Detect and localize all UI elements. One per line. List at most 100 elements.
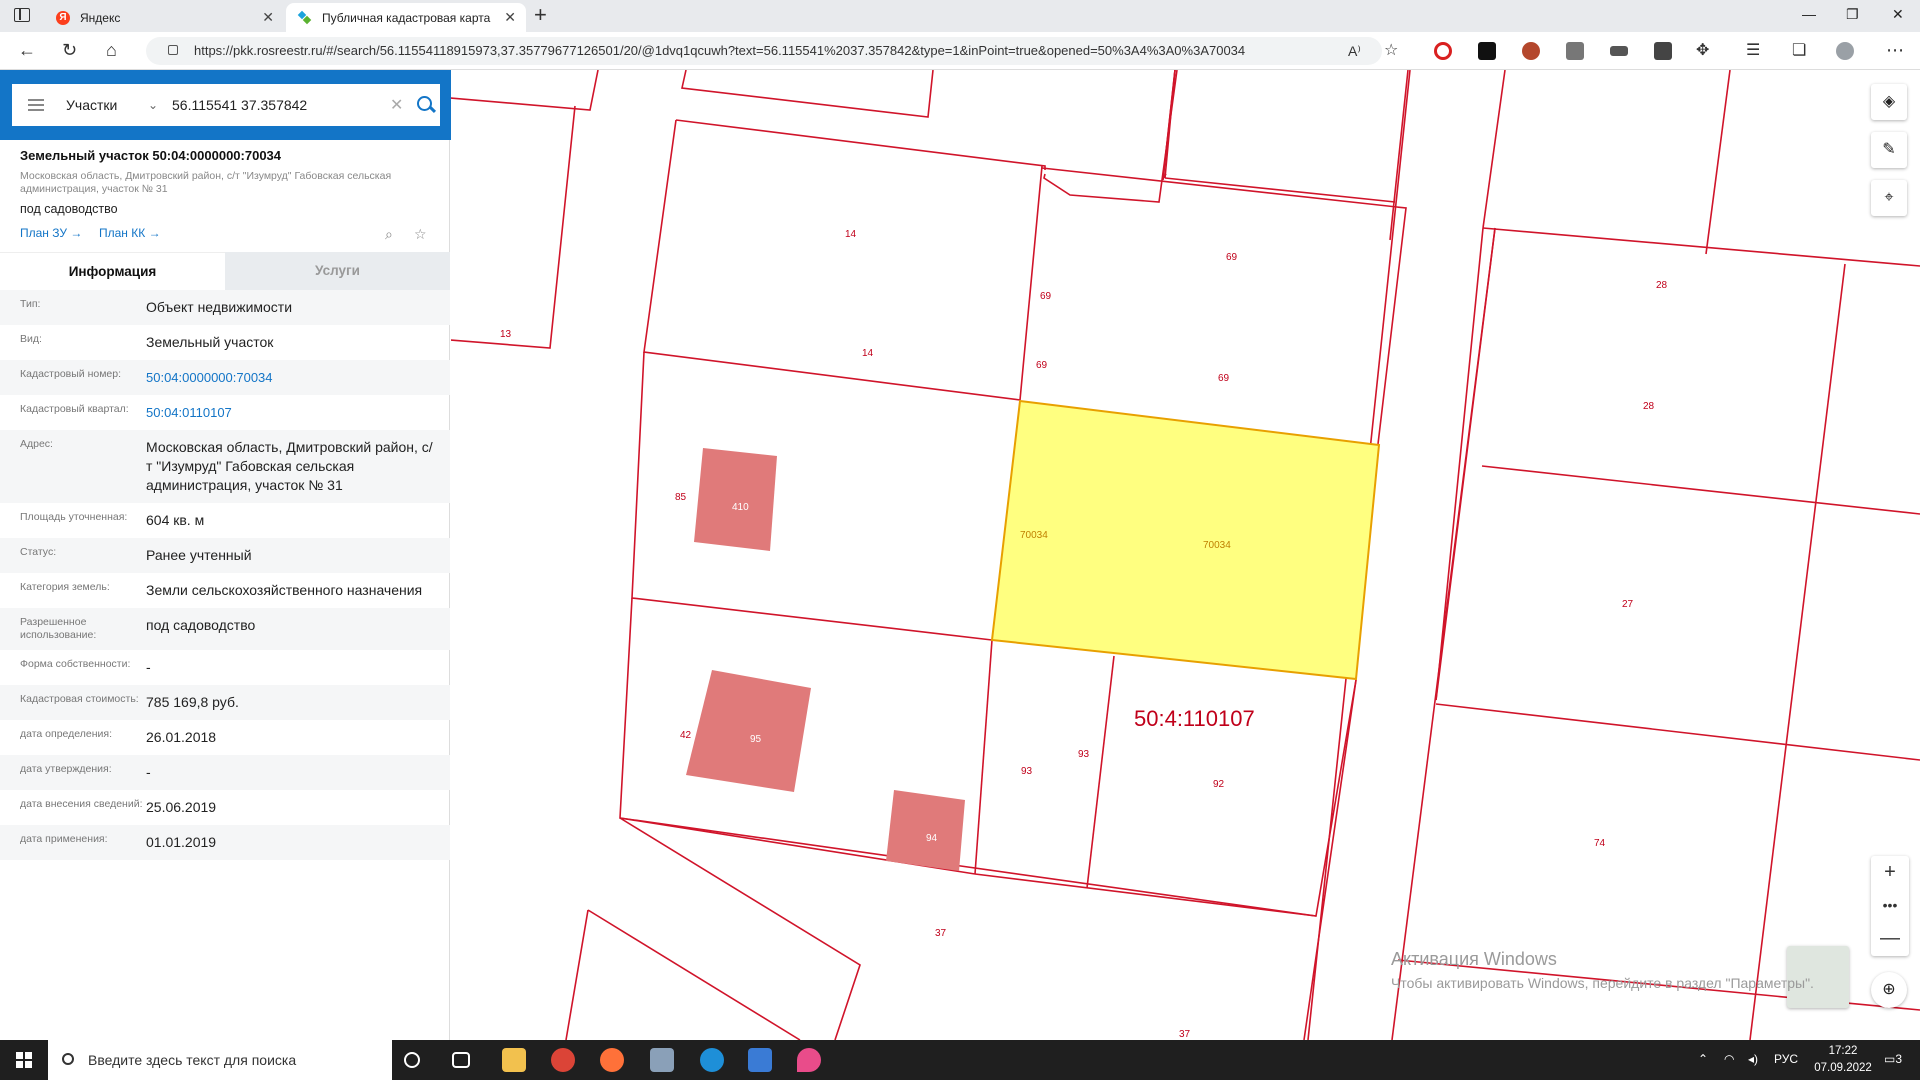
search-icon[interactable] (417, 96, 435, 114)
clear-icon[interactable]: ✕ (390, 95, 403, 115)
start-icon[interactable] (16, 1052, 32, 1068)
app-window-icon[interactable] (650, 1048, 674, 1072)
favorite-add-icon[interactable]: ☆ (1384, 40, 1398, 60)
plan-kk-link[interactable]: План КК → (99, 226, 161, 240)
tab-actions-icon[interactable] (14, 8, 30, 22)
refresh-icon[interactable]: ↻ (62, 40, 77, 61)
url-field[interactable]: https://pkk.rosreestr.ru/#/search/56.115… (146, 37, 1382, 65)
paint-icon[interactable] (797, 1048, 821, 1072)
cortana-icon[interactable] (404, 1052, 420, 1068)
windows-activation-watermark: Активация Windows Чтобы активировать Win… (1391, 947, 1814, 995)
extension-e-icon[interactable] (1566, 42, 1584, 60)
parcel-boundary (1041, 167, 1407, 445)
restore-icon[interactable]: ❐ (1846, 6, 1859, 23)
parcel-label: 85 (675, 492, 687, 503)
collections-icon[interactable]: ❏ (1792, 40, 1806, 60)
tab-information[interactable]: Информация (0, 252, 225, 290)
row-value: Объект недвижимости (146, 299, 293, 315)
info-row: Кадастровый номер: 50:04:0000000:70034 (0, 360, 450, 395)
row-label: дата внесения сведений: (20, 798, 143, 810)
extension-k-icon[interactable] (1478, 42, 1496, 60)
extension-red-icon[interactable] (1434, 42, 1452, 60)
profile-avatar-icon[interactable] (1836, 42, 1854, 60)
compass-icon[interactable]: ⊕ (1871, 972, 1907, 1008)
layers-icon[interactable]: ◈ (1871, 84, 1907, 120)
file-explorer-icon[interactable] (502, 1048, 526, 1072)
more-controls-icon[interactable]: ••• (1871, 889, 1909, 922)
watermark-title: Активация Windows (1391, 949, 1557, 969)
parcel-boundary (1391, 227, 1496, 1040)
close-tab-icon[interactable]: ✕ (262, 9, 274, 26)
close-window-icon[interactable]: ✕ (1892, 6, 1904, 23)
zoom-to-object-icon[interactable]: ⌕ (385, 226, 393, 243)
home-icon[interactable]: ⌂ (106, 40, 117, 61)
extension-y-icon[interactable] (1654, 42, 1672, 60)
lock-icon[interactable] (168, 45, 178, 55)
firefox-icon[interactable] (600, 1048, 624, 1072)
building-label: 94 (926, 833, 938, 844)
map-canvas[interactable]: 14 14 69 69 69 69 13 85 410 70034 70034 … (451, 70, 1920, 1040)
info-row: Площадь уточненная: 604 кв. м (0, 503, 450, 538)
clock[interactable]: 17:22 07.09.2022 (1808, 1043, 1878, 1077)
calculator-icon[interactable] (748, 1048, 772, 1072)
row-label: Площадь уточненная: (20, 511, 128, 523)
row-value: Московская область, Дмитровский район, с… (146, 439, 433, 493)
parcel-boundary (451, 105, 576, 349)
parcel-label: 42 (680, 730, 692, 741)
more-menu-icon[interactable]: ⋯ (1886, 40, 1904, 61)
search-type-select[interactable]: Участки (66, 97, 146, 113)
notifications-count: 3 (1895, 1052, 1903, 1066)
parcel-boundary (675, 119, 1046, 170)
zoom-in-icon[interactable]: + (1871, 856, 1909, 889)
language-indicator[interactable]: РУС (1774, 1052, 1798, 1066)
tab-services[interactable]: Услуги (225, 252, 450, 290)
back-icon[interactable]: ← (18, 40, 36, 61)
notifications-icon[interactable]: ▭3 (1884, 1052, 1902, 1066)
edge-icon[interactable] (700, 1048, 724, 1072)
extension-cloud-icon[interactable] (1610, 46, 1628, 56)
extension-avatar-icon[interactable] (1522, 42, 1540, 60)
tab-yandex[interactable]: Я Яндекс ✕ (44, 3, 284, 32)
row-label: дата утверждения: (20, 763, 112, 775)
cadastral-number-link[interactable]: 50:04:0000000:70034 (146, 368, 436, 387)
zoom-out-icon[interactable]: — (1871, 922, 1909, 955)
favorites-icon[interactable]: ☰ (1746, 40, 1760, 60)
info-row: Разрешенное использование: под садоводств… (0, 608, 450, 650)
plan-zu-link[interactable]: План ЗУ → (20, 226, 82, 240)
volume-icon[interactable]: ◂) (1748, 1052, 1758, 1066)
cadastral-quarter-link[interactable]: 50:04:0110107 (146, 403, 436, 422)
tray-chevron-icon[interactable]: ⌃ (1698, 1052, 1708, 1066)
parcel-boundary (1086, 655, 1115, 889)
new-tab-icon[interactable]: + (534, 2, 547, 28)
row-label: Кадастровый квартал: (20, 403, 129, 415)
read-aloud-icon[interactable]: A⁾ (1348, 43, 1361, 60)
search-icon (62, 1053, 74, 1065)
minimize-icon[interactable]: — (1802, 6, 1816, 22)
row-value: под садоводство (146, 617, 256, 633)
task-view-icon[interactable] (452, 1052, 470, 1068)
parcel-label: 14 (845, 229, 857, 240)
info-row: дата определения: 26.01.2018 (0, 720, 450, 755)
extensions-puzzle-icon[interactable]: ✥ (1696, 40, 1709, 60)
star-icon[interactable]: ☆ (414, 226, 427, 243)
object-use: под садоводство (20, 202, 118, 216)
search-input[interactable] (172, 97, 372, 113)
menu-icon[interactable] (28, 99, 44, 111)
parcel-label: 69 (1218, 373, 1230, 384)
ruler-icon[interactable]: ✎ (1871, 132, 1907, 168)
row-label: Кадастровый номер: (20, 368, 122, 380)
parcel-boundary (619, 817, 861, 1040)
parcel-label: 14 (862, 348, 874, 359)
clock-date: 07.09.2022 (1814, 1062, 1872, 1074)
info-row: Адрес: Московская область, Дмитровский ра… (0, 430, 450, 503)
wifi-icon[interactable]: ◠ (1724, 1052, 1734, 1066)
locate-icon[interactable]: ⌖ (1871, 180, 1907, 216)
row-label: Форма собственности: (20, 658, 131, 670)
tab-pkk[interactable]: Публичная кадастровая карта ✕ (286, 3, 526, 32)
close-tab-icon[interactable]: ✕ (504, 9, 516, 26)
taskbar-search[interactable]: Введите здесь текст для поиска (48, 1040, 392, 1080)
chevron-down-icon[interactable]: ⌄ (148, 98, 168, 112)
chrome-icon[interactable] (551, 1048, 575, 1072)
cadastral-map[interactable]: 14 14 69 69 69 69 13 85 410 70034 70034 … (451, 70, 1920, 1040)
row-value: - (146, 764, 151, 780)
